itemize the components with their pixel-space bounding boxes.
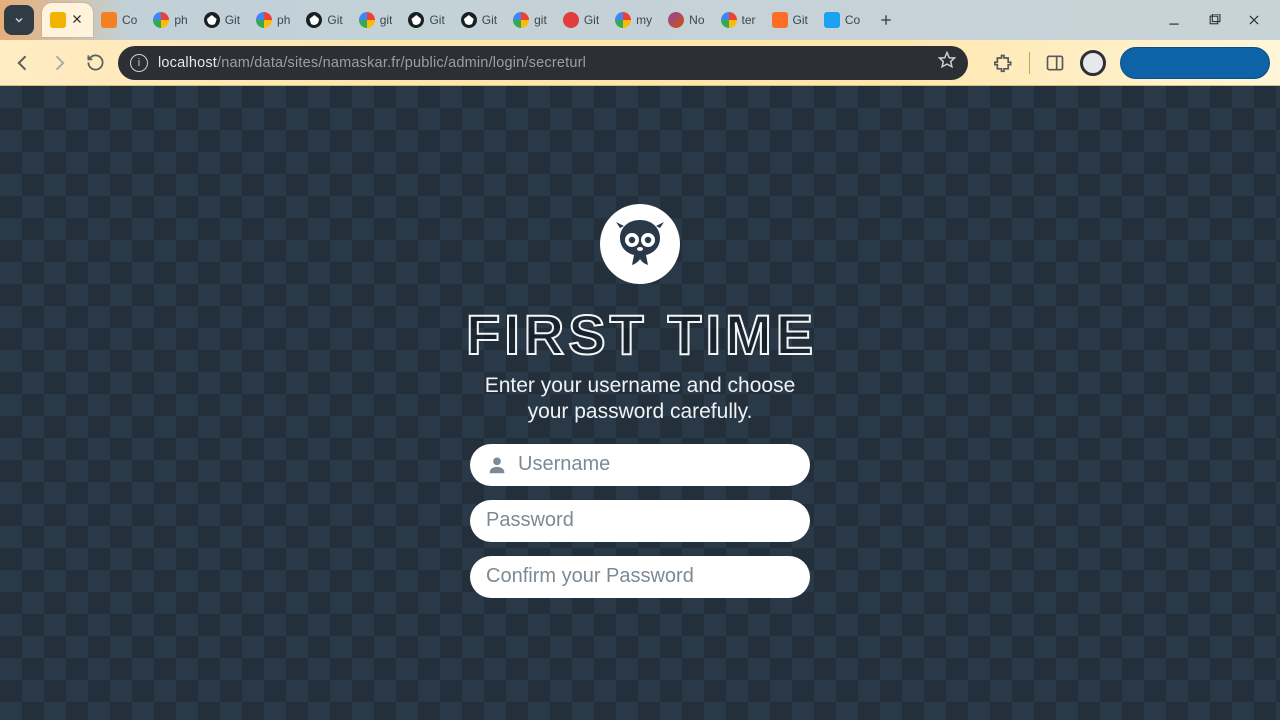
tab-label: Git bbox=[482, 13, 497, 27]
browser-tab[interactable]: Git bbox=[764, 3, 816, 37]
tab-label: Co bbox=[122, 13, 137, 27]
tab-label: my bbox=[636, 13, 652, 27]
window-maximize-button[interactable] bbox=[1206, 12, 1222, 28]
tab-favicon bbox=[461, 12, 477, 28]
browser-tab[interactable]: Git bbox=[555, 3, 607, 37]
tab-favicon bbox=[101, 12, 117, 28]
tab-label: No bbox=[689, 13, 704, 27]
tab-label: ph bbox=[277, 13, 290, 27]
tab-label: ph bbox=[174, 13, 187, 27]
nav-back-button[interactable] bbox=[10, 50, 36, 76]
browser-addressbar: i localhost/nam/data/sites/namaskar.fr/p… bbox=[0, 40, 1280, 86]
nav-reload-button[interactable] bbox=[82, 50, 108, 76]
browser-tab[interactable]: Git bbox=[298, 3, 350, 37]
browser-tab[interactable]: Git bbox=[196, 3, 248, 37]
browser-tabbar: Co ph Git ph Git git Git Git git Git my No ter Git Co bbox=[0, 0, 1280, 40]
tab-close-icon[interactable] bbox=[71, 13, 85, 27]
tab-label: Git bbox=[225, 13, 240, 27]
username-field[interactable] bbox=[470, 444, 810, 486]
bookmark-star-icon[interactable] bbox=[938, 51, 956, 74]
browser-tab[interactable]: ph bbox=[248, 3, 298, 37]
tab-favicon bbox=[256, 12, 272, 28]
browser-tab[interactable]: ter bbox=[713, 3, 764, 37]
browser-tab[interactable] bbox=[42, 3, 93, 37]
app-logo bbox=[600, 204, 680, 284]
side-panel-button[interactable] bbox=[1044, 52, 1066, 74]
tab-favicon bbox=[204, 12, 220, 28]
tab-label: Git bbox=[793, 13, 808, 27]
url-host: localhost bbox=[158, 55, 217, 71]
tab-label: Co bbox=[845, 13, 860, 27]
browser-tab[interactable]: No bbox=[660, 3, 712, 37]
toolbar-separator bbox=[1029, 52, 1030, 74]
browser-tab[interactable]: Co bbox=[93, 3, 145, 37]
browser-tab[interactable]: git bbox=[351, 3, 401, 37]
window-minimize-button[interactable] bbox=[1166, 12, 1182, 28]
tab-label: git bbox=[380, 13, 393, 27]
user-icon bbox=[486, 454, 508, 476]
browser-tab[interactable]: Co bbox=[816, 3, 868, 37]
page-subtitle: Enter your username and choose your pass… bbox=[470, 373, 810, 426]
confirm-password-input[interactable] bbox=[486, 565, 794, 588]
new-tab-button[interactable] bbox=[872, 6, 900, 34]
restore-pill-button[interactable] bbox=[1120, 47, 1270, 79]
tab-favicon bbox=[615, 12, 631, 28]
omnibox[interactable]: i localhost/nam/data/sites/namaskar.fr/p… bbox=[118, 46, 968, 80]
tab-favicon bbox=[408, 12, 424, 28]
nav-forward-button[interactable] bbox=[46, 50, 72, 76]
password-field[interactable] bbox=[470, 500, 810, 542]
site-info-icon[interactable]: i bbox=[130, 54, 148, 72]
tab-label: git bbox=[534, 13, 547, 27]
tab-search-button[interactable] bbox=[4, 5, 34, 35]
url-display: localhost/nam/data/sites/namaskar.fr/pub… bbox=[158, 55, 586, 71]
tab-label: ter bbox=[742, 13, 756, 27]
browser-tab[interactable]: ph bbox=[145, 3, 195, 37]
tab-favicon bbox=[772, 12, 788, 28]
browser-tab[interactable]: my bbox=[607, 3, 660, 37]
tab-favicon bbox=[359, 12, 375, 28]
signup-card: FIRST TIME Enter your username and choos… bbox=[470, 204, 810, 720]
browser-tab[interactable]: Git bbox=[400, 3, 452, 37]
password-input[interactable] bbox=[486, 509, 794, 532]
username-input[interactable] bbox=[518, 453, 794, 476]
tab-favicon bbox=[153, 12, 169, 28]
tab-label: Git bbox=[327, 13, 342, 27]
browser-tab[interactable]: Git bbox=[453, 3, 505, 37]
tab-favicon bbox=[668, 12, 684, 28]
confirm-password-field[interactable] bbox=[470, 556, 810, 598]
url-path: /nam/data/sites/namaskar.fr/public/admin… bbox=[217, 55, 586, 71]
tab-label: Git bbox=[429, 13, 444, 27]
extensions-button[interactable] bbox=[993, 52, 1015, 74]
tab-label: Git bbox=[584, 13, 599, 27]
tab-favicon bbox=[721, 12, 737, 28]
page-title: FIRST TIME bbox=[466, 302, 806, 367]
profile-avatar-button[interactable] bbox=[1080, 50, 1106, 76]
browser-tab[interactable]: git bbox=[505, 3, 555, 37]
page-viewport: FIRST TIME Enter your username and choos… bbox=[0, 86, 1280, 720]
tab-favicon bbox=[50, 12, 66, 28]
tab-favicon bbox=[306, 12, 322, 28]
tab-favicon bbox=[824, 12, 840, 28]
tab-favicon bbox=[513, 12, 529, 28]
tab-favicon bbox=[563, 12, 579, 28]
window-close-button[interactable] bbox=[1246, 12, 1262, 28]
